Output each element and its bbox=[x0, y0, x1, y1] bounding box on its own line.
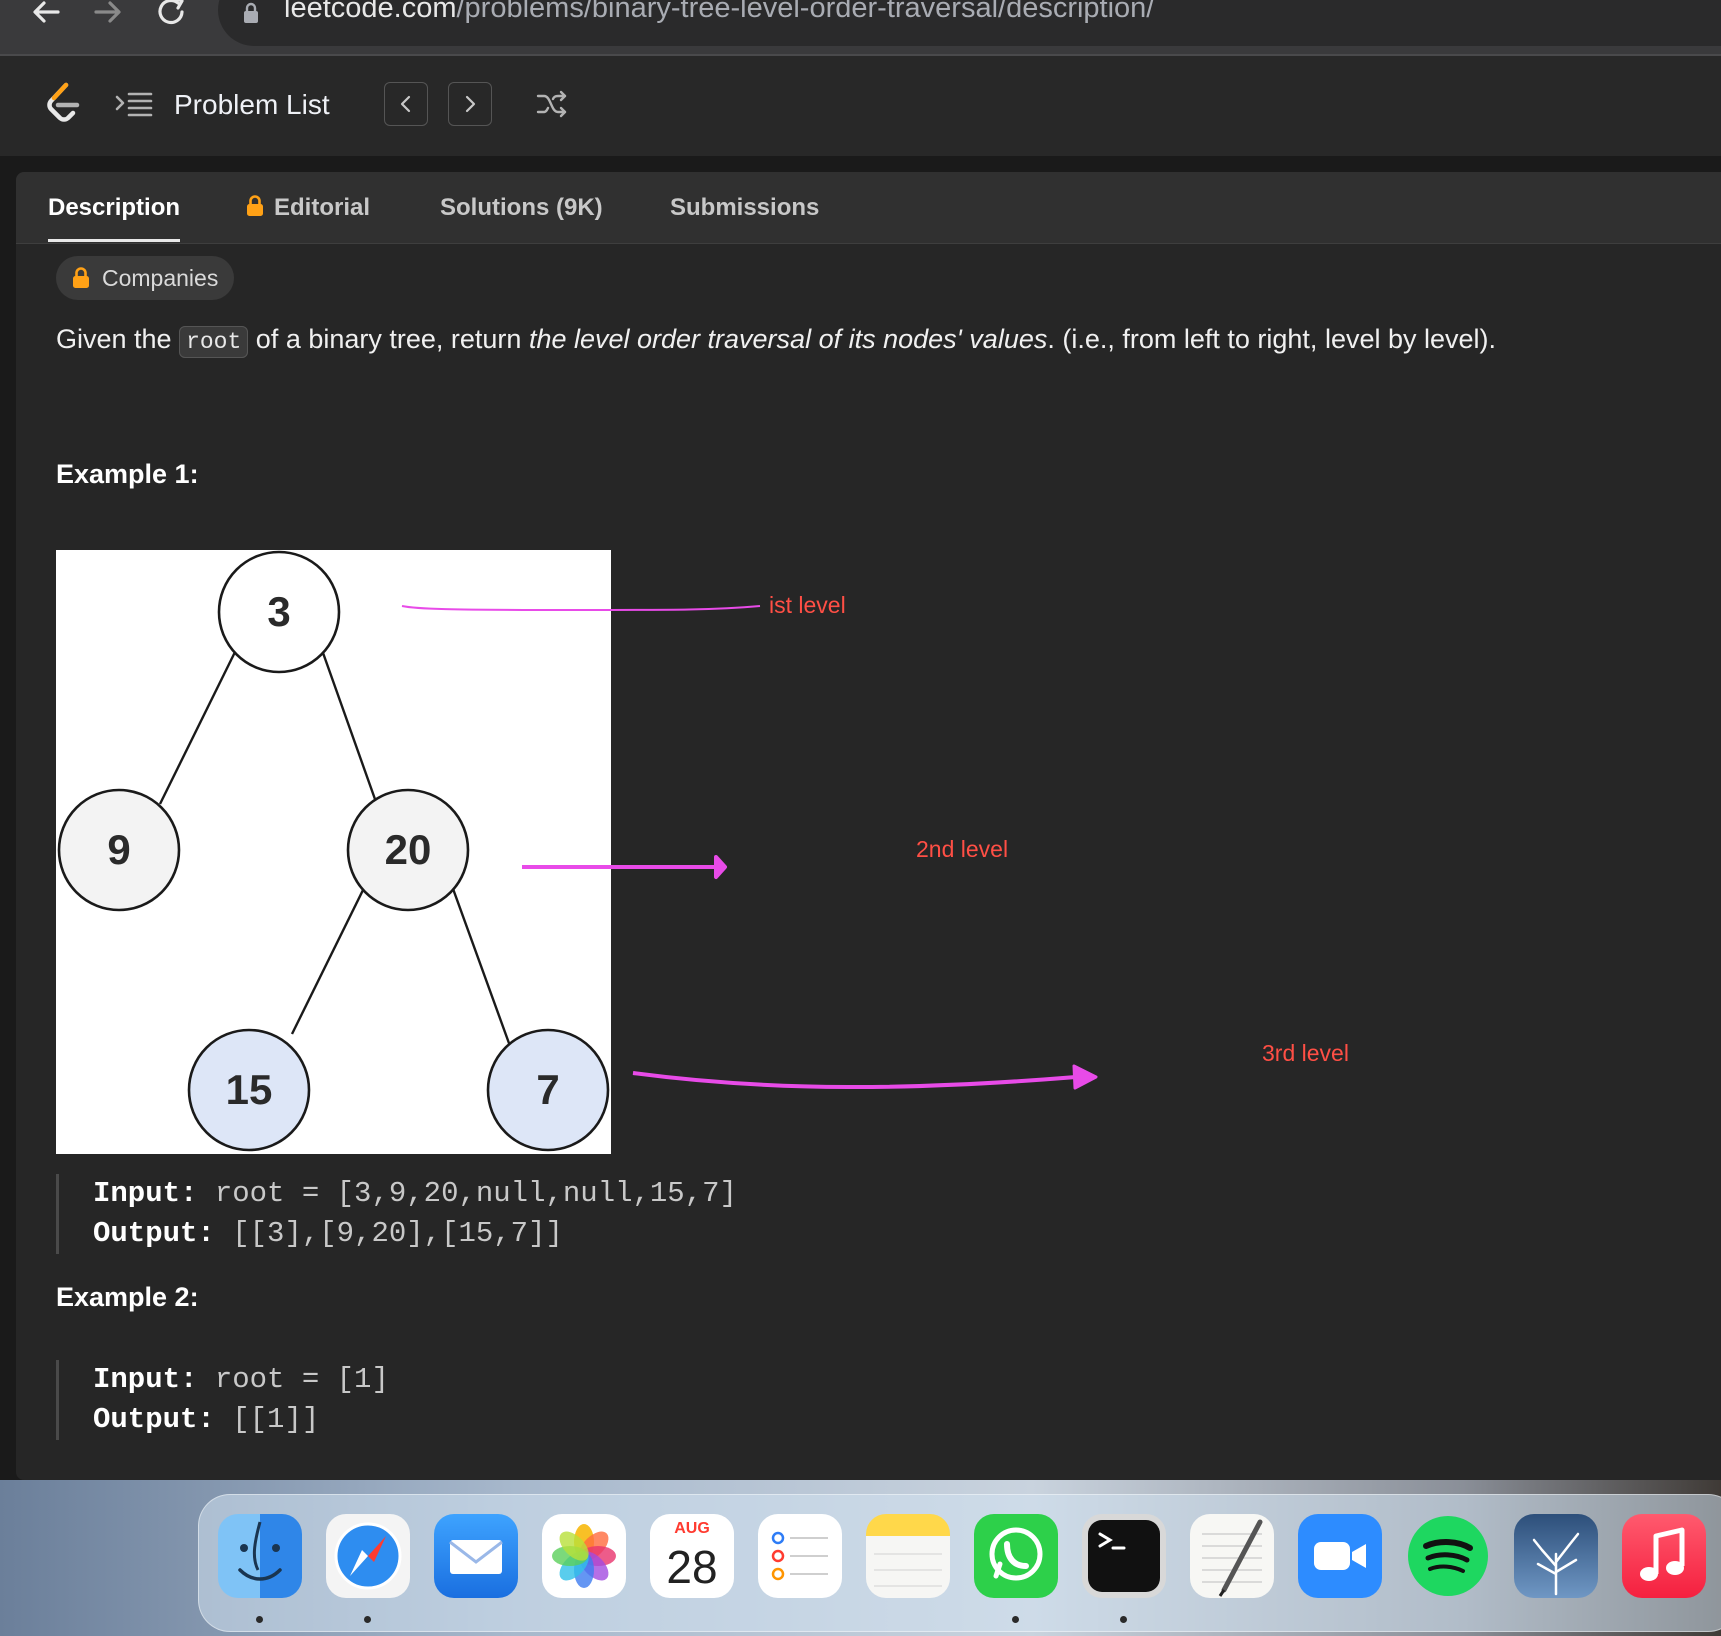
shuffle-icon[interactable] bbox=[536, 90, 568, 123]
annotation-line bbox=[401, 605, 761, 611]
arrowhead-icon bbox=[714, 855, 727, 879]
annotation-arrow bbox=[632, 1071, 1077, 1089]
url-host: leetcode.com bbox=[284, 0, 457, 24]
example-1-io: Input: root = [3,9,20,null,null,15,7] Ou… bbox=[56, 1174, 737, 1254]
music-icon[interactable] bbox=[1622, 1514, 1706, 1598]
terminal-icon[interactable] bbox=[1082, 1514, 1166, 1598]
next-problem-button[interactable] bbox=[448, 82, 492, 126]
prev-problem-button[interactable] bbox=[384, 82, 428, 126]
safari-icon[interactable] bbox=[326, 1514, 410, 1598]
chevron-left-icon bbox=[400, 95, 411, 113]
calendar-day: 28 bbox=[666, 1541, 718, 1593]
reminders-icon[interactable] bbox=[758, 1514, 842, 1598]
macos-dock bbox=[198, 1494, 1721, 1632]
example-2-title: Example 2: bbox=[56, 1282, 199, 1312]
zoom-icon[interactable] bbox=[1298, 1514, 1382, 1598]
problem-list-link[interactable]: Problem List bbox=[174, 89, 330, 121]
terminal-screen bbox=[1088, 1520, 1160, 1592]
calendar-month: AUG bbox=[650, 1517, 734, 1539]
forward-arrow-icon[interactable] bbox=[88, 0, 128, 34]
textedit-icon[interactable] bbox=[1190, 1514, 1274, 1598]
output-label: Output: bbox=[93, 1403, 215, 1436]
output-value: [[3],[9,20],[15,7]] bbox=[232, 1217, 563, 1250]
finder-icon[interactable] bbox=[218, 1514, 302, 1598]
running-indicator bbox=[1012, 1616, 1019, 1623]
running-indicator bbox=[256, 1616, 263, 1623]
calendar-icon[interactable]: AUG 28 bbox=[650, 1514, 734, 1598]
browser-toolbar: leetcode.com/problems/binary-tree-level-… bbox=[0, 0, 1721, 56]
input-value: root = [3,9,20,null,null,15,7] bbox=[214, 1177, 737, 1210]
url-path: /problems/binary-tree-level-order-traver… bbox=[456, 0, 1155, 24]
example-input-line: Input: root = [3,9,20,null,null,15,7] bbox=[93, 1174, 737, 1214]
back-arrow-icon[interactable] bbox=[26, 0, 66, 34]
arrowhead-icon bbox=[1072, 1064, 1098, 1090]
spotify-icon[interactable] bbox=[1406, 1514, 1490, 1598]
example-2-io: Input: root = [1] Output: [[1]] bbox=[56, 1360, 389, 1440]
leetcode-logo-icon[interactable] bbox=[44, 82, 82, 131]
reload-icon[interactable] bbox=[152, 0, 192, 34]
input-label: Input: bbox=[93, 1363, 198, 1396]
preview-icon[interactable] bbox=[1514, 1514, 1598, 1598]
annotation-level-3: 3rd level bbox=[1262, 1040, 1349, 1066]
input-value: root = [1] bbox=[214, 1363, 389, 1396]
notes-icon[interactable] bbox=[866, 1514, 950, 1598]
mail-icon[interactable] bbox=[434, 1514, 518, 1598]
example-output-line: Output: [[1]] bbox=[93, 1400, 389, 1440]
leetcode-app: Problem List Description Editorial Solut… bbox=[0, 56, 1721, 1480]
running-indicator bbox=[1120, 1616, 1127, 1623]
annotation-layer bbox=[401, 605, 1098, 1090]
output-value: [[1]] bbox=[232, 1403, 320, 1436]
example-output-line: Output: [[3],[9,20],[15,7]] bbox=[93, 1214, 737, 1254]
whatsapp-icon[interactable] bbox=[974, 1514, 1058, 1598]
problem-list-icon[interactable] bbox=[114, 90, 154, 125]
description-panel: Description Editorial Solutions (9K) Sub… bbox=[16, 172, 1721, 1480]
output-label: Output: bbox=[93, 1217, 215, 1250]
running-indicator bbox=[364, 1616, 371, 1623]
photos-icon[interactable] bbox=[542, 1514, 626, 1598]
url-text[interactable]: leetcode.com/problems/binary-tree-level-… bbox=[284, 0, 1154, 25]
example-input-line: Input: root = [1] bbox=[93, 1360, 389, 1400]
app-header: Problem List bbox=[0, 56, 1721, 156]
secure-lock-icon bbox=[242, 2, 260, 29]
chevron-right-icon bbox=[465, 95, 476, 113]
annotation-level-1: ist level bbox=[769, 592, 846, 618]
input-label: Input: bbox=[93, 1177, 198, 1210]
annotation-level-2: 2nd level bbox=[916, 836, 1009, 862]
